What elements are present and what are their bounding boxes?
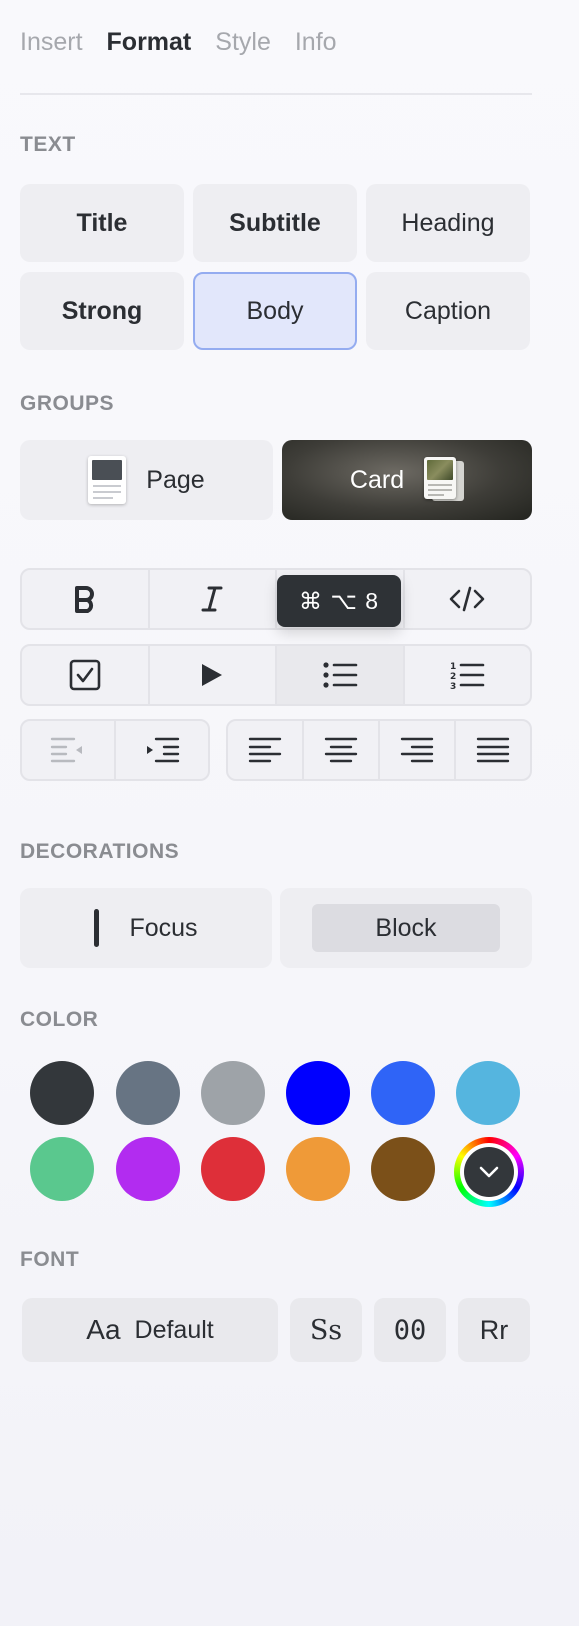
decoration-block-label: Block [312,904,500,952]
font-default-sample: Aa [86,1314,121,1345]
align-center-button[interactable] [304,721,380,779]
align-left-button[interactable] [228,721,304,779]
outdent-icon [50,737,82,763]
tab-insert[interactable]: Insert [20,28,83,57]
color-swatch-purple[interactable] [116,1137,180,1201]
section-label-text: TEXT [20,133,76,156]
block-format-toolbar: 123 [20,644,532,706]
color-swatch-blue[interactable] [286,1061,350,1125]
outdent-button[interactable] [22,721,116,779]
numbered-list-button[interactable]: 123 [405,646,531,704]
code-icon [449,586,485,612]
align-right-icon [400,737,434,763]
numbered-list-icon: 123 [450,662,485,690]
inline-format-toolbar: S [20,568,532,630]
bold-button[interactable] [22,570,150,628]
tab-bar: Insert Format Style Info [20,28,337,57]
indent-icon [147,737,180,763]
shortcut-tooltip: ⌘ ⌥ 8 [277,575,401,627]
bullet-list-button[interactable] [277,646,405,704]
svg-text:3: 3 [450,682,456,690]
tab-format[interactable]: Format [107,28,192,57]
group-page-button[interactable]: Page [20,440,273,520]
text-style-body[interactable]: Body [193,272,357,350]
text-style-title[interactable]: Title [20,184,184,262]
tab-divider [20,93,532,95]
section-label-decorations: DECORATIONS [20,840,180,863]
color-swatch-orange[interactable] [286,1137,350,1201]
section-label-font: FONT [20,1248,80,1271]
align-justify-button[interactable] [456,721,530,779]
toggle-icon [202,664,223,686]
focus-bar-icon [94,909,100,947]
group-card-button[interactable]: Card [282,440,532,520]
group-card-label: Card [349,465,405,494]
checklist-button[interactable] [22,646,150,704]
color-swatch-slate[interactable] [116,1061,180,1125]
color-swatch-sky[interactable] [456,1061,520,1125]
bold-icon [74,586,94,613]
font-default-label: Default [134,1315,214,1344]
indent-toolbar [20,719,210,781]
text-style-heading[interactable]: Heading [366,184,530,262]
font-rounded-button[interactable]: Rr [458,1298,530,1362]
color-swatch-gray[interactable] [201,1061,265,1125]
section-label-color: COLOR [20,1008,99,1031]
font-mono-button[interactable]: 00 [374,1298,446,1362]
tab-info[interactable]: Info [295,28,337,57]
italic-button[interactable] [150,570,277,628]
card-stack-icon [424,457,465,503]
tab-style[interactable]: Style [215,28,271,57]
section-label-groups: GROUPS [20,392,115,415]
align-left-icon [248,737,282,763]
decoration-block-button[interactable]: Block [280,888,532,968]
color-swatch-royal-blue[interactable] [371,1061,435,1125]
code-button[interactable] [405,570,531,628]
checklist-icon [69,659,101,691]
font-default-button[interactable]: Aa Default [22,1298,278,1362]
svg-text:1: 1 [450,662,456,672]
format-panel: Insert Format Style Info TEXT Title Subt… [0,0,579,1626]
color-swatch-green[interactable] [30,1137,94,1201]
text-style-subtitle[interactable]: Subtitle [193,184,357,262]
bullet-list-icon [323,662,358,688]
color-swatch-red[interactable] [201,1137,265,1201]
svg-text:2: 2 [450,672,456,682]
align-right-button[interactable] [380,721,456,779]
text-style-caption[interactable]: Caption [366,272,530,350]
align-toolbar [226,719,532,781]
align-center-icon [324,737,358,763]
page-doc-icon [88,456,127,504]
chevron-down-icon [479,1166,499,1178]
toggle-button[interactable] [150,646,277,704]
decoration-focus-button[interactable]: Focus [20,888,272,968]
indent-button[interactable] [116,721,208,779]
italic-icon [201,586,223,612]
align-justify-icon [476,737,510,763]
color-swatch-charcoal[interactable] [30,1061,94,1125]
text-style-strong[interactable]: Strong [20,272,184,350]
decoration-focus-label: Focus [129,913,198,942]
font-serif-button[interactable]: Ss [290,1298,362,1362]
group-page-label: Page [146,465,205,494]
color-swatch-brown[interactable] [371,1137,435,1201]
color-picker-button[interactable] [454,1137,524,1207]
